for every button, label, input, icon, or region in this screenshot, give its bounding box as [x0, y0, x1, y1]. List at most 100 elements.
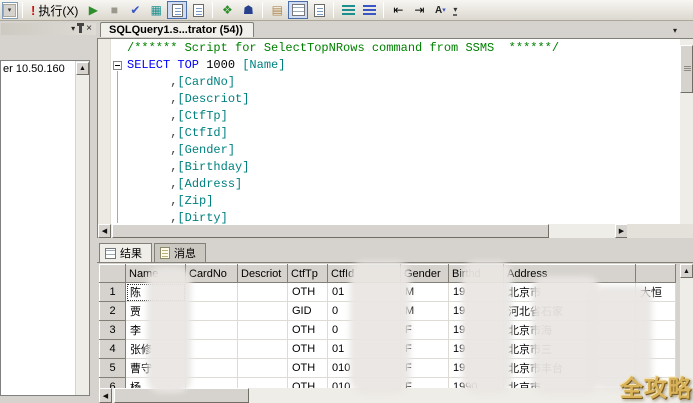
grid-cell[interactable]: OTH [288, 359, 328, 378]
grid-cell[interactable] [238, 340, 288, 359]
code-token: [Gender] [177, 143, 235, 157]
intellisense-button[interactable] [188, 1, 208, 19]
execute-icon: ! [31, 3, 35, 18]
tab-results[interactable]: 结果 [99, 243, 152, 262]
results-tab-strip: 结果 消息 [99, 243, 206, 262]
grid-cell[interactable] [186, 340, 238, 359]
chevron-down-icon[interactable]: ▾ [3, 4, 16, 17]
specify-template-values-button[interactable]: ❖ [217, 1, 237, 19]
code-token: [Zip] [177, 194, 213, 208]
database-combo[interactable]: ▾ [2, 2, 18, 19]
document-tab-strip: SQLQuery1.s...trator (54)) ▾ [97, 22, 693, 38]
parse-button[interactable]: ✔ [125, 1, 145, 19]
results-to-text-button[interactable]: ▤ [267, 1, 287, 19]
grid-cell[interactable]: OTH [288, 340, 328, 359]
column-header[interactable] [636, 265, 676, 283]
show-estimated-plan-button[interactable]: ▦ [146, 1, 166, 19]
scroll-left-button[interactable]: ◀ [99, 388, 112, 403]
object-explorer-caption: ▾ × [1, 23, 96, 35]
query-options-button[interactable] [167, 1, 187, 19]
scroll-up-button[interactable]: ▲ [680, 264, 693, 278]
scroll-up-button[interactable]: ▲ [76, 62, 89, 75]
sql-editor[interactable]: /****** Script for SelectTopNRows comman… [97, 38, 693, 238]
grid-cell[interactable] [238, 321, 288, 340]
code-line: ,[Birthday] [127, 159, 679, 176]
execute-button[interactable]: ! 执行(X) [27, 1, 82, 20]
scrollbar-thumb[interactable] [680, 45, 693, 93]
code-line: ,[CtfTp] [127, 108, 679, 125]
grid-cell[interactable] [186, 302, 238, 321]
results-to-file-button[interactable] [309, 1, 329, 19]
specify-values-button[interactable]: A▾ [430, 1, 450, 19]
letter-a-icon: A [435, 5, 442, 16]
object-explorer-scrollbar[interactable]: ▲ [75, 61, 89, 395]
code-token: , [127, 75, 177, 89]
uncomment-icon [363, 5, 376, 15]
grid-cell[interactable]: OTH [288, 321, 328, 340]
code-token: , [127, 160, 177, 174]
scrollbar-thumb[interactable] [112, 224, 549, 238]
row-header[interactable]: 3 [100, 321, 126, 340]
code-token: , [127, 92, 177, 106]
sql-code[interactable]: /****** Script for SelectTopNRows comman… [127, 40, 679, 227]
grid-cell[interactable]: GID [288, 302, 328, 321]
censor-blur [462, 261, 512, 393]
pin-icon[interactable] [79, 26, 82, 33]
grid-cell[interactable]: OTH [288, 283, 328, 302]
row-header[interactable]: 4 [100, 340, 126, 359]
tab-messages[interactable]: 消息 [154, 243, 206, 262]
scroll-left-button[interactable]: ◀ [98, 224, 111, 238]
censor-blur [147, 267, 191, 393]
toolbar-separator [333, 2, 334, 18]
debug-button[interactable]: ▶ [83, 1, 103, 19]
uncomment-button[interactable] [359, 1, 379, 19]
results-to-grid-button[interactable] [288, 1, 308, 19]
close-icon[interactable]: × [86, 25, 92, 33]
toolbar-separator [22, 2, 23, 18]
editor-vertical-scrollbar[interactable] [680, 39, 693, 225]
row-header[interactable]: 2 [100, 302, 126, 321]
execute-label: 执行(X) [38, 2, 78, 19]
watermark: 全攻略 [620, 369, 692, 403]
row-header[interactable]: 5 [100, 359, 126, 378]
messages-tab-label: 消息 [174, 245, 196, 261]
stop-icon: ■ [111, 3, 118, 17]
code-token: , [127, 177, 177, 191]
comment-button[interactable] [338, 1, 358, 19]
grid-cell[interactable] [186, 359, 238, 378]
grid-cell[interactable] [186, 321, 238, 340]
code-token: 1000 [206, 58, 235, 72]
text-results-icon: ▤ [272, 3, 283, 17]
query-tab[interactable]: SQLQuery1.s...trator (54)) [100, 22, 254, 37]
decrease-indent-button[interactable]: ⇤ [388, 1, 408, 19]
scrollbar-corner [627, 224, 693, 238]
grid-cell[interactable] [238, 359, 288, 378]
column-header[interactable]: CardNo [186, 265, 238, 283]
increase-indent-button[interactable]: ⇥ [409, 1, 429, 19]
code-line: ,[Descriot] [127, 91, 679, 108]
left-arrow-icon: ◀ [102, 227, 107, 235]
code-line: ,[Zip] [127, 193, 679, 210]
file-results-icon [314, 4, 325, 17]
grid-cell[interactable] [238, 283, 288, 302]
code-token: [CtfTp] [177, 109, 227, 123]
document-icon [172, 4, 183, 17]
window-position-icon[interactable]: ▾ [71, 25, 75, 33]
grid-cell[interactable] [238, 302, 288, 321]
code-line: ,[Address] [127, 176, 679, 193]
tab-list-dropdown[interactable]: ▾ [673, 26, 677, 35]
region-guide-line [117, 71, 118, 223]
editor-horizontal-scrollbar[interactable]: ◀ ▶ [98, 224, 628, 238]
collapse-region-toggle[interactable] [113, 61, 122, 70]
toolbar-overflow-button[interactable]: ▾ [453, 5, 457, 16]
code-token: /****** Script for SelectTopNRows comman… [127, 41, 559, 55]
grid-corner-header[interactable] [100, 265, 126, 283]
plan-icon: ▦ [151, 3, 162, 17]
query-tab-title: SQLQuery1.s...trator (54)) [109, 24, 243, 36]
designer-button[interactable]: ☗ [238, 1, 258, 19]
code-line: /****** Script for SelectTopNRows comman… [127, 40, 679, 57]
column-header[interactable]: Descriot [238, 265, 288, 283]
grid-cell[interactable] [186, 283, 238, 302]
row-header[interactable]: 1 [100, 283, 126, 302]
column-header[interactable]: CtfTp [288, 265, 328, 283]
